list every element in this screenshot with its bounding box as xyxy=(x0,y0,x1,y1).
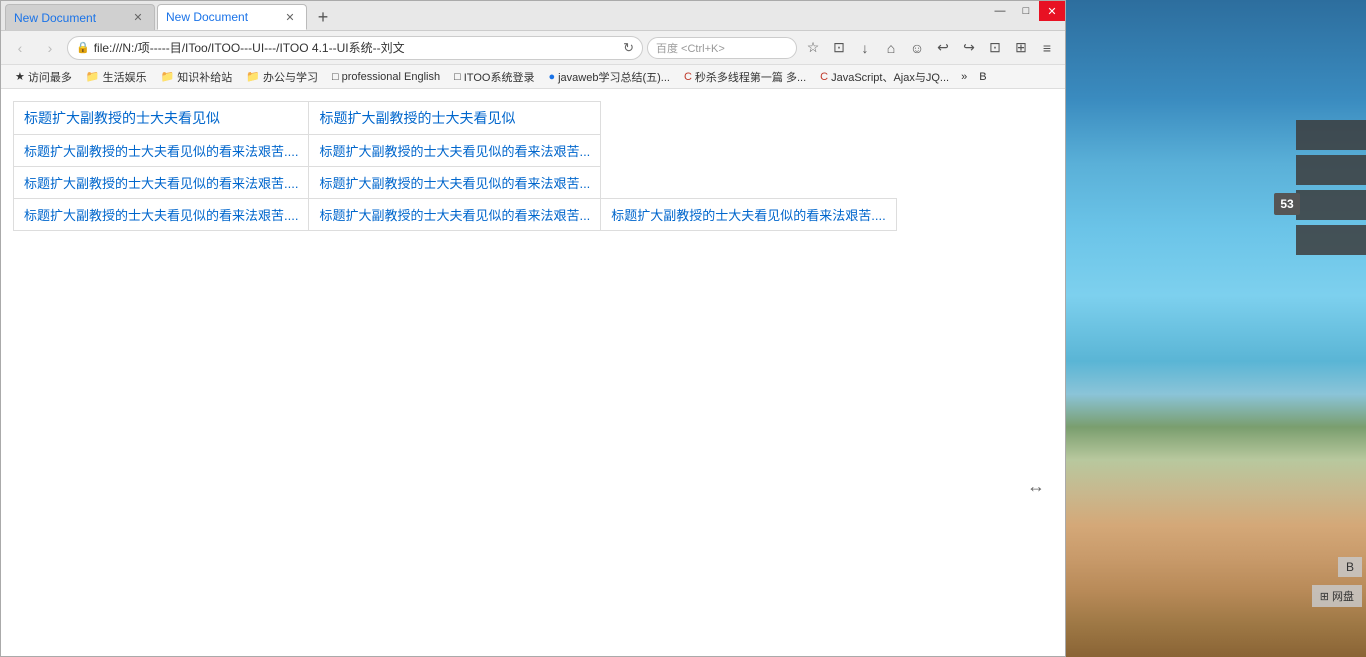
download-icon[interactable]: ↓ xyxy=(853,36,877,60)
screenshot-icon[interactable]: ⊡ xyxy=(827,36,851,60)
bottom-panel-cloud[interactable]: ⊞ 网盘 xyxy=(1312,585,1362,607)
tab-1[interactable]: New Document ✕ xyxy=(5,4,155,30)
side-panel-2 xyxy=(1296,155,1366,185)
minimize-button[interactable]: — xyxy=(987,1,1013,21)
table-cell-3-2[interactable]: 标题扩大副教授的士大夫看见似的看来法艰苦.... xyxy=(601,199,896,231)
resize-cursor-icon[interactable]: ↔ xyxy=(1027,476,1045,497)
page-icon-1: □ xyxy=(332,71,339,83)
table-row: 标题扩大副教授的士大夫看见似的看来法艰苦....标题扩大副教授的士大夫看见似的看… xyxy=(14,135,897,167)
tab-2-title: New Document xyxy=(166,10,278,24)
bookmark-b[interactable]: B xyxy=(973,69,992,85)
badge-53: 53 xyxy=(1274,193,1300,215)
bookmarks-bar: ★ 访问最多 📁 生活娱乐 📁 知识补给站 📁 办公与学习 □ professi… xyxy=(1,65,1065,89)
tab-2-close[interactable]: ✕ xyxy=(282,9,298,25)
bookmark-itoo[interactable]: □ ITOO系统登录 xyxy=(448,67,540,87)
table-cell-3-1[interactable]: 标题扩大副教授的士大夫看见似的看来法艰苦... xyxy=(309,199,601,231)
side-panel-1 xyxy=(1296,120,1366,150)
browser-window: New Document ✕ New Document ✕ + — □ ✕ ‹ … xyxy=(0,0,1066,657)
bookmark-english-label: professional English xyxy=(342,71,440,83)
bookmark-english[interactable]: □ professional English xyxy=(326,69,446,85)
right-scenic-panel: 53 B ⊞ 网盘 xyxy=(1066,0,1366,657)
red-icon-2: C xyxy=(820,71,828,83)
back-button[interactable]: ‹ xyxy=(7,35,33,61)
table-row: 标题扩大副教授的士大夫看见似的看来法艰苦....标题扩大副教授的士大夫看见似的看… xyxy=(14,199,897,231)
folder-icon-1: 📁 xyxy=(86,70,100,83)
bookmark-most-visited[interactable]: ★ 访问最多 xyxy=(9,67,78,87)
tabs-row: New Document ✕ New Document ✕ + xyxy=(1,4,1065,30)
page-icon-2: □ xyxy=(454,71,461,83)
cloud-icon: ⊞ xyxy=(1320,590,1329,603)
bookmark-javaweb[interactable]: ● javaweb学习总结(五)... xyxy=(542,67,676,87)
bookmark-b-label: B xyxy=(979,71,986,83)
bookmark-javaweb-label: javaweb学习总结(五)... xyxy=(558,69,670,85)
page-content: 标题扩大副教授的士大夫看见似标题扩大副教授的士大夫看见似标题扩大副教授的士大夫看… xyxy=(1,89,1065,656)
bookmark-js[interactable]: C JavaScript、Ajax与JQ... xyxy=(814,67,955,87)
table-cell-0-1[interactable]: 标题扩大副教授的士大夫看见似 xyxy=(309,102,601,135)
table-row: 标题扩大副教授的士大夫看见似的看来法艰苦....标题扩大副教授的士大夫看见似的看… xyxy=(14,167,897,199)
bookmark-knowledge-label: 知识补给站 xyxy=(177,69,232,85)
table-cell-2-0[interactable]: 标题扩大副教授的士大夫看见似的看来法艰苦.... xyxy=(14,167,309,199)
table-row: 标题扩大副教授的士大夫看见似标题扩大副教授的士大夫看见似 xyxy=(14,102,897,135)
maximize-button[interactable]: □ xyxy=(1013,1,1039,21)
bookmark-multithread-label: 秒杀多线程第一篇 多... xyxy=(695,69,806,85)
home-icon[interactable]: ⌂ xyxy=(879,36,903,60)
address-input-wrapper[interactable]: 🔒 file:///N:/项-----目/IToo/ITOO---UI---/I… xyxy=(67,36,643,60)
star-icon[interactable]: ☆ xyxy=(801,36,825,60)
bookmark-js-label: JavaScript、Ajax与JQ... xyxy=(831,69,949,85)
address-bar: ‹ › 🔒 file:///N:/项-----目/IToo/ITOO---UI-… xyxy=(1,31,1065,65)
data-table: 标题扩大副教授的士大夫看见似标题扩大副教授的士大夫看见似标题扩大副教授的士大夫看… xyxy=(13,101,897,231)
folder-icon-3: 📁 xyxy=(246,70,260,83)
bookmark-work[interactable]: 📁 办公与学习 xyxy=(240,67,324,87)
bookmark-itoo-label: ITOO系统登录 xyxy=(464,69,535,85)
table-cell-2-1[interactable]: 标题扩大副教授的士大夫看见似的看来法艰苦... xyxy=(309,167,601,199)
forward-button[interactable]: › xyxy=(37,35,63,61)
emoji-icon[interactable]: ☺ xyxy=(905,36,929,60)
toolbar-icons: ☆ ⊡ ↓ ⌂ ☺ ↩ ↪ ⊡ ⊞ ≡ xyxy=(801,36,1059,60)
lock-icon: 🔒 xyxy=(76,41,90,54)
undo-icon[interactable]: ↩ xyxy=(931,36,955,60)
blue-icon: ● xyxy=(548,71,555,83)
tab-2[interactable]: New Document ✕ xyxy=(157,4,307,30)
extensions-icon[interactable]: ⊞ xyxy=(1009,36,1033,60)
side-panel-4 xyxy=(1296,225,1366,255)
table-cell-1-0[interactable]: 标题扩大副教授的士大夫看见似的看来法艰苦.... xyxy=(14,135,309,167)
menu-icon[interactable]: ≡ xyxy=(1035,36,1059,60)
search-placeholder: 百度 <Ctrl+K> xyxy=(656,40,725,56)
table-cell-3-0[interactable]: 标题扩大副教授的士大夫看见似的看来法艰苦.... xyxy=(14,199,309,231)
bottom-panel-b[interactable]: B xyxy=(1338,557,1362,577)
tab-1-title: New Document xyxy=(14,11,126,25)
clip-icon[interactable]: ⊡ xyxy=(983,36,1007,60)
new-tab-button[interactable]: + xyxy=(309,4,337,30)
table-cell-1-1[interactable]: 标题扩大副教授的士大夫看见似的看来法艰苦... xyxy=(309,135,601,167)
bottom-b-label: B xyxy=(1346,560,1354,574)
bookmark-entertainment-label: 生活娱乐 xyxy=(103,69,147,85)
bookmark-work-label: 办公与学习 xyxy=(263,69,318,85)
scenic-background xyxy=(1066,0,1366,657)
bookmark-knowledge[interactable]: 📁 知识补给站 xyxy=(155,67,239,87)
red-icon-1: C xyxy=(684,71,692,83)
folder-icon-2: 📁 xyxy=(161,70,175,83)
tab-1-close[interactable]: ✕ xyxy=(130,10,146,26)
close-button[interactable]: ✕ xyxy=(1039,1,1065,21)
window-controls: — □ ✕ xyxy=(987,1,1065,21)
bookmarks-more[interactable]: » xyxy=(957,69,971,85)
title-bar: New Document ✕ New Document ✕ + — □ ✕ xyxy=(1,1,1065,31)
bookmark-entertainment[interactable]: 📁 生活娱乐 xyxy=(80,67,153,87)
search-box[interactable]: 百度 <Ctrl+K> xyxy=(647,37,797,59)
bookmark-multithread[interactable]: C 秒杀多线程第一篇 多... xyxy=(678,67,812,87)
reload-icon[interactable]: ↻ xyxy=(623,40,634,56)
bookmark-most-visited-label: 访问最多 xyxy=(28,69,72,85)
redo-icon[interactable]: ↪ xyxy=(957,36,981,60)
side-panel-3 xyxy=(1296,190,1366,220)
star-bookmark-icon: ★ xyxy=(15,70,25,83)
address-text: file:///N:/项-----目/IToo/ITOO---UI---/ITO… xyxy=(94,39,619,56)
table-cell-0-0[interactable]: 标题扩大副教授的士大夫看见似 xyxy=(14,102,309,135)
cloud-label: 网盘 xyxy=(1332,588,1354,604)
